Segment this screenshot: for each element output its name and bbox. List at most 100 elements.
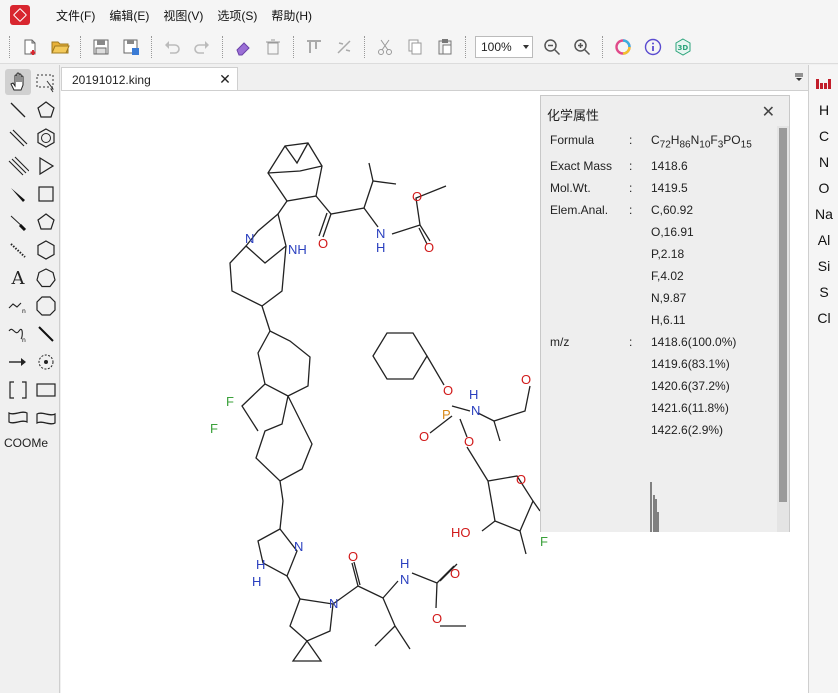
hexagon-icon[interactable] xyxy=(33,237,59,263)
element-C[interactable]: C xyxy=(809,128,838,144)
svg-text:n: n xyxy=(22,337,26,344)
atom-label: H xyxy=(469,387,478,402)
svg-text:3D: 3D xyxy=(678,44,689,52)
element-Si[interactable]: Si xyxy=(809,258,838,274)
single-bond-icon[interactable] xyxy=(5,97,31,123)
triple-bond-icon[interactable] xyxy=(5,153,31,179)
atom-label: H xyxy=(256,557,265,572)
menu-edit[interactable]: 编辑(E) xyxy=(109,7,149,24)
hash-bond-icon[interactable] xyxy=(5,237,31,263)
atom-label: O xyxy=(464,434,474,449)
square-icon[interactable] xyxy=(33,181,59,207)
benzene-icon[interactable] xyxy=(33,125,59,151)
chemical-properties-panel: 化学属性 ✕ Formula : C72H86N10F3PO15 Exact M… xyxy=(540,95,790,532)
mz-row: m/z : 1418.6(100.0%) xyxy=(550,335,737,349)
element-Cl[interactable]: Cl xyxy=(809,310,838,326)
info-icon[interactable] xyxy=(640,34,666,60)
delete-icon[interactable] xyxy=(260,34,286,60)
toolbar-separator xyxy=(9,35,10,58)
flip-icon[interactable] xyxy=(331,34,357,60)
open-folder-icon[interactable] xyxy=(47,34,73,60)
element-S[interactable]: S xyxy=(809,284,838,300)
periodic-table-icon[interactable] xyxy=(815,75,833,91)
close-icon[interactable]: ✕ xyxy=(217,71,233,88)
hand-tool-icon[interactable] xyxy=(5,69,31,95)
zoom-select[interactable]: 100% xyxy=(475,35,533,58)
bracket-icon[interactable] xyxy=(5,377,31,403)
octagon-icon[interactable] xyxy=(33,293,59,319)
elem-anal-row: Elem.Anal. : C,60.92 xyxy=(550,203,694,217)
curve-chain-icon[interactable]: n xyxy=(5,321,31,347)
close-icon[interactable]: ✕ xyxy=(762,102,775,122)
toolbar-separator xyxy=(151,35,152,58)
atom-label: O xyxy=(516,472,526,487)
atom-label: NH xyxy=(288,242,307,257)
copy-icon[interactable] xyxy=(402,34,428,60)
rectangle-icon[interactable] xyxy=(33,377,59,403)
cut-icon[interactable] xyxy=(372,34,398,60)
mol-wt-row: Mol.Wt. : 1419.5 xyxy=(550,181,688,195)
menu-options[interactable]: 选项(S) xyxy=(217,7,257,24)
app-window: { "menu": { "items": ["文件(F)", "编辑(E)", … xyxy=(0,0,838,693)
atom-label: O xyxy=(443,383,453,398)
element-Na[interactable]: Na xyxy=(809,206,838,222)
align-icon[interactable] xyxy=(301,34,327,60)
atom-label: O xyxy=(450,566,460,581)
zoom-out-icon[interactable] xyxy=(539,34,565,60)
menu-bar: 文件(F) 编辑(E) 视图(V) 选项(S) 帮助(H) xyxy=(0,0,838,30)
atom-label: O xyxy=(419,429,429,444)
save-as-icon[interactable] xyxy=(118,34,144,60)
tab-document[interactable]: 20191012.king ✕ xyxy=(61,67,238,91)
elem-anal-row: N,9.87 xyxy=(651,291,687,305)
toolbar-separator xyxy=(293,35,294,58)
mz-row: 1419.6(83.1%) xyxy=(651,357,730,371)
atom-label: O xyxy=(424,240,434,255)
undo-icon[interactable] xyxy=(159,34,185,60)
tab-menu-icon[interactable] xyxy=(794,72,804,82)
wave-shape-icon[interactable] xyxy=(5,405,31,431)
menu-file[interactable]: 文件(F) xyxy=(56,7,95,24)
atom-label: N xyxy=(400,572,409,587)
heptagon-icon[interactable] xyxy=(33,265,59,291)
3d-icon[interactable]: 3D xyxy=(670,34,696,60)
atom-label: F xyxy=(226,394,234,409)
atom-label: HO xyxy=(451,525,471,540)
menu-view[interactable]: 视图(V) xyxy=(163,7,203,24)
wedge-bond-icon[interactable] xyxy=(5,181,31,207)
arrow-tool-icon[interactable] xyxy=(5,349,31,375)
coome-group-tool[interactable]: COOMe xyxy=(4,436,48,450)
paste-icon[interactable] xyxy=(432,34,458,60)
redo-icon[interactable] xyxy=(189,34,215,60)
pentagon-icon[interactable] xyxy=(33,209,59,235)
play-arrow-icon[interactable] xyxy=(33,153,59,179)
menu-help[interactable]: 帮助(H) xyxy=(271,7,312,24)
zoom-value: 100% xyxy=(481,39,512,54)
save-icon[interactable] xyxy=(88,34,114,60)
mz-row: 1420.6(37.2%) xyxy=(651,379,730,393)
element-Al[interactable]: Al xyxy=(809,232,838,248)
select-tool-icon[interactable] xyxy=(33,69,59,95)
element-panel: H C N O Na Al Si S Cl xyxy=(808,65,838,693)
line-tool-icon[interactable] xyxy=(33,321,59,347)
atom-label: H xyxy=(252,574,261,589)
bold-bond-icon[interactable] xyxy=(5,209,31,235)
orbital-icon[interactable] xyxy=(33,349,59,375)
cyclopentane-icon[interactable] xyxy=(33,97,59,123)
app-logo-icon[interactable] xyxy=(10,5,30,25)
atom-label: N xyxy=(376,226,385,241)
scrollbar[interactable] xyxy=(777,126,789,532)
text-tool[interactable]: A xyxy=(5,265,31,291)
color-icon[interactable] xyxy=(610,34,636,60)
tool-palette: A n n COOMe xyxy=(0,65,60,693)
atom-label: N xyxy=(245,231,254,246)
flag-shape-icon[interactable] xyxy=(33,405,59,431)
element-H[interactable]: H xyxy=(809,102,838,118)
zoom-in-icon[interactable] xyxy=(569,34,595,60)
chain-tool-icon[interactable]: n xyxy=(5,293,31,319)
element-N[interactable]: N xyxy=(809,154,838,170)
scrollbar-thumb[interactable] xyxy=(779,128,787,502)
double-bond-icon[interactable] xyxy=(5,125,31,151)
new-file-icon[interactable] xyxy=(17,34,43,60)
eraser-icon[interactable] xyxy=(230,34,256,60)
element-O[interactable]: O xyxy=(809,180,838,196)
